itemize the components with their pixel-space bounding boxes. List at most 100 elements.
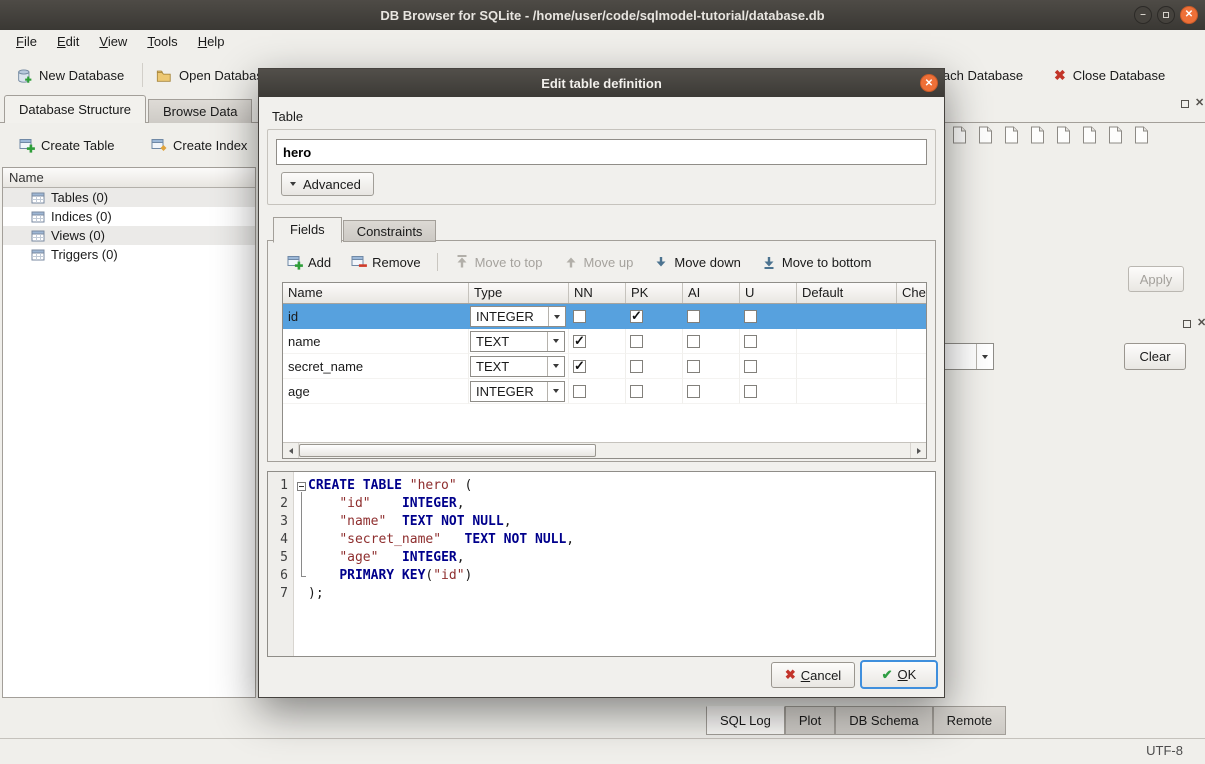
- type-combobox[interactable]: INTEGER: [470, 306, 566, 327]
- close-dock-icon[interactable]: ✕: [1197, 318, 1205, 329]
- move-to-bottom-button[interactable]: Move to bottom: [757, 252, 876, 272]
- float-dock-icon[interactable]: [1183, 320, 1191, 328]
- sql-preview[interactable]: 1234567 CREATE TABLE "hero" ( "id" INTEG…: [267, 471, 936, 657]
- scroll-left-button[interactable]: [283, 443, 299, 458]
- scrollbar-thumb[interactable]: [299, 444, 596, 457]
- fold-marker-icon[interactable]: [297, 482, 306, 491]
- type-combobox[interactable]: TEXT: [470, 356, 565, 377]
- pk-checkbox[interactable]: [630, 385, 643, 398]
- tree-item-triggers-0-[interactable]: Triggers (0): [3, 245, 255, 264]
- menu-view[interactable]: View: [89, 30, 137, 54]
- dialog-close-button[interactable]: ✕: [920, 74, 938, 92]
- new-database-button[interactable]: New Database: [10, 59, 130, 91]
- minimize-button[interactable]: –: [1134, 6, 1152, 24]
- column-header-u[interactable]: U: [740, 283, 797, 303]
- nn-checkbox[interactable]: [573, 360, 586, 373]
- tab-plot[interactable]: Plot: [785, 706, 835, 735]
- dock-toolbar-icon[interactable]: [1001, 124, 1021, 146]
- horizontal-scrollbar[interactable]: [283, 442, 926, 458]
- dock-toolbar-icon[interactable]: [975, 124, 995, 146]
- close-window-button[interactable]: ✕: [1180, 6, 1198, 24]
- nn-checkbox[interactable]: [573, 385, 586, 398]
- field-row-name[interactable]: nameTEXT: [283, 329, 926, 354]
- dock-toolbar-icon[interactable]: [1079, 124, 1099, 146]
- dock-toolbar-icon[interactable]: [1105, 124, 1125, 146]
- field-row-age[interactable]: ageINTEGER: [283, 379, 926, 404]
- dialog-tab-constraints[interactable]: Constraints: [343, 220, 437, 242]
- u-checkbox[interactable]: [744, 360, 757, 373]
- window-titlebar[interactable]: DB Browser for SQLite - /home/user/code/…: [0, 0, 1205, 30]
- create-index-button[interactable]: Create Index: [146, 132, 252, 158]
- dialog-tab-fields[interactable]: Fields: [273, 217, 342, 243]
- type-combobox[interactable]: INTEGER: [470, 381, 565, 402]
- ai-checkbox[interactable]: [687, 385, 700, 398]
- menu-help[interactable]: Help: [188, 30, 235, 54]
- tree-item-tables-0-[interactable]: Tables (0): [3, 188, 255, 207]
- menu-file[interactable]: File: [6, 30, 47, 54]
- nn-checkbox[interactable]: [573, 335, 586, 348]
- type-combobox[interactable]: TEXT: [470, 331, 565, 352]
- pk-checkbox[interactable]: [630, 310, 643, 323]
- dock-toolbar-icon[interactable]: [1027, 124, 1047, 146]
- dock-toolbar-icon[interactable]: [949, 124, 969, 146]
- cancel-button[interactable]: ✖ Cancel: [771, 662, 855, 688]
- u-checkbox[interactable]: [744, 335, 757, 348]
- remove-button[interactable]: Remove: [347, 252, 424, 272]
- close-database-button[interactable]: ✖ Close Database: [1048, 59, 1171, 91]
- pk-cell: [626, 329, 683, 354]
- add-icon: [287, 254, 303, 270]
- u-checkbox[interactable]: [744, 310, 757, 323]
- tab-remote[interactable]: Remote: [933, 706, 1007, 735]
- move-up-button: Move up: [559, 252, 638, 272]
- line-number: 4: [268, 531, 293, 549]
- column-header-pk[interactable]: PK: [626, 283, 683, 303]
- tab-sql-log[interactable]: SQL Log: [706, 706, 785, 735]
- float-dock-icon[interactable]: [1181, 100, 1189, 108]
- column-header-check[interactable]: Check: [897, 283, 927, 303]
- add-button[interactable]: Add: [283, 252, 335, 272]
- dialog-titlebar[interactable]: Edit table definition ✕: [259, 69, 944, 97]
- move-down-button[interactable]: Move down: [649, 252, 744, 272]
- field-name-cell: name: [283, 329, 469, 354]
- ai-checkbox[interactable]: [687, 310, 700, 323]
- dock-toolbar-icon[interactable]: [1053, 124, 1073, 146]
- u-checkbox[interactable]: [744, 385, 757, 398]
- close-database-icon: ✖: [1054, 67, 1066, 84]
- ai-cell: [683, 329, 740, 354]
- ai-checkbox[interactable]: [687, 360, 700, 373]
- tree-item-views-0-[interactable]: Views (0): [3, 226, 255, 245]
- dock-toolbar-icon[interactable]: [1131, 124, 1151, 146]
- menu-edit[interactable]: Edit: [47, 30, 89, 54]
- indices-icon: [31, 210, 45, 224]
- column-header-nn[interactable]: NN: [569, 283, 626, 303]
- maximize-button[interactable]: [1157, 6, 1175, 24]
- field-row-secret-name[interactable]: secret_nameTEXT: [283, 354, 926, 379]
- apply-button[interactable]: Apply: [1128, 266, 1184, 292]
- tab-db-schema[interactable]: DB Schema: [835, 706, 932, 735]
- tab-browse-data[interactable]: Browse Data: [148, 99, 252, 123]
- field-name-cell: id: [283, 304, 469, 329]
- tab-database-structure[interactable]: Database Structure: [4, 95, 146, 123]
- column-header-type[interactable]: Type: [469, 283, 569, 303]
- tree-header-name[interactable]: Name: [3, 168, 255, 188]
- scroll-right-button[interactable]: [910, 443, 926, 458]
- table-name-input[interactable]: [276, 139, 927, 165]
- field-row-id[interactable]: idINTEGER: [283, 304, 926, 329]
- column-header-name[interactable]: Name: [283, 283, 469, 303]
- nn-cell: [569, 304, 626, 329]
- advanced-toggle-button[interactable]: Advanced: [281, 172, 374, 196]
- field-type-cell: INTEGER: [469, 379, 569, 404]
- pk-checkbox[interactable]: [630, 360, 643, 373]
- column-header-ai[interactable]: AI: [683, 283, 740, 303]
- create-table-button[interactable]: Create Table: [14, 132, 119, 158]
- clear-button[interactable]: Clear: [1124, 343, 1186, 370]
- menu-tools[interactable]: Tools: [137, 30, 187, 54]
- pk-checkbox[interactable]: [630, 335, 643, 348]
- nn-checkbox[interactable]: [573, 310, 586, 323]
- close-dock-icon[interactable]: ✕: [1195, 98, 1204, 109]
- ok-button[interactable]: ✔ OK: [860, 660, 938, 689]
- tree-item-indices-0-[interactable]: Indices (0): [3, 207, 255, 226]
- ai-checkbox[interactable]: [687, 335, 700, 348]
- move-to-top-button: Move to top: [450, 252, 547, 272]
- column-header-default[interactable]: Default: [797, 283, 897, 303]
